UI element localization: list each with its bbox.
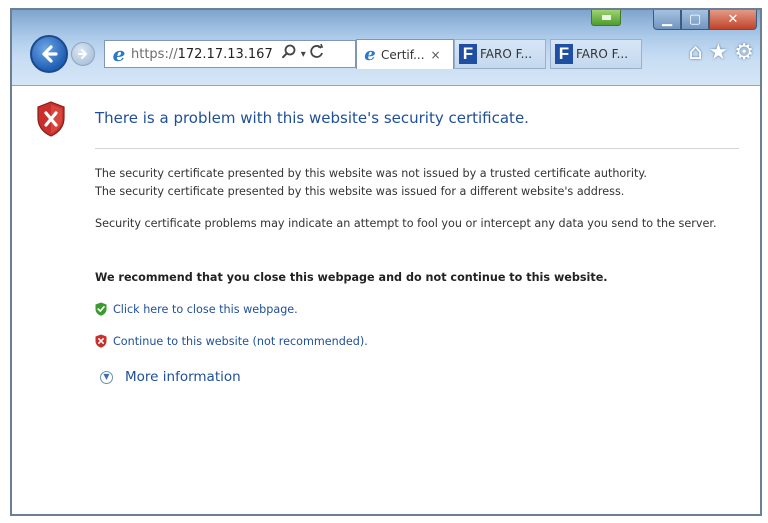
compatibility-view-icon[interactable] bbox=[591, 10, 621, 26]
address-url[interactable]: https://172.17.13.167 bbox=[131, 47, 273, 62]
faro-icon: F bbox=[459, 44, 477, 64]
divider bbox=[95, 148, 739, 149]
more-information-label: More information bbox=[125, 369, 241, 385]
window-controls: ▁ ▢ ✕ bbox=[653, 10, 757, 30]
gear-icon[interactable]: ⚙ bbox=[734, 40, 754, 65]
home-icon[interactable]: ⌂ bbox=[689, 40, 703, 65]
shield-error-icon bbox=[37, 101, 65, 137]
search-icon[interactable] bbox=[281, 44, 297, 64]
forward-arrow-icon bbox=[78, 49, 87, 59]
back-button[interactable] bbox=[30, 35, 68, 73]
tab-label: FARO F... bbox=[576, 47, 629, 61]
faro-icon: F bbox=[555, 44, 573, 64]
tab-label: Certif... bbox=[381, 47, 425, 62]
shield-ok-icon bbox=[95, 302, 107, 316]
maximize-icon: ▢ bbox=[688, 12, 702, 27]
page-content: There is a problem with this website's s… bbox=[12, 87, 760, 514]
close-webpage-link[interactable]: Click here to close this webpage. bbox=[95, 302, 298, 316]
minimize-button[interactable]: ▁ bbox=[653, 10, 681, 30]
ie-icon: e bbox=[364, 44, 376, 65]
certificate-details: The security certificate presented by th… bbox=[95, 165, 735, 201]
back-arrow-icon bbox=[42, 45, 58, 63]
shield-error-small-icon bbox=[95, 334, 107, 348]
browser-window: ▁ ▢ ✕ e https://172.17.13.167 ▾ e Certif… bbox=[10, 8, 762, 516]
browser-toolbar: ▁ ▢ ✕ e https://172.17.13.167 ▾ e Certif… bbox=[12, 10, 760, 86]
forward-button[interactable] bbox=[71, 42, 95, 66]
detail-line: The security certificate presented by th… bbox=[95, 167, 647, 180]
tab-close-icon[interactable]: × bbox=[431, 48, 441, 62]
ie-icon: e bbox=[112, 42, 126, 66]
recommendation-text: We recommend that you close this webpage… bbox=[95, 271, 608, 284]
page-title: There is a problem with this website's s… bbox=[95, 109, 529, 127]
close-button[interactable]: ✕ bbox=[709, 10, 757, 30]
close-icon: ✕ bbox=[727, 12, 739, 27]
address-tools: ▾ bbox=[277, 43, 324, 64]
close-webpage-link-label: Click here to close this webpage. bbox=[113, 302, 298, 316]
warning-text: Security certificate problems may indica… bbox=[95, 217, 717, 230]
continue-to-website-link[interactable]: Continue to this website (not recommende… bbox=[95, 334, 368, 348]
minimize-icon: ▁ bbox=[662, 12, 672, 27]
toolbar-right-icons: ⌂ ★ ⚙ bbox=[689, 40, 754, 65]
tab-faro-1[interactable]: F FARO F... bbox=[454, 39, 546, 69]
tab-faro-2[interactable]: F FARO F... bbox=[550, 39, 642, 69]
detail-line: The security certificate presented by th… bbox=[95, 185, 625, 198]
refresh-icon[interactable] bbox=[310, 43, 324, 64]
tab-certificate-error[interactable]: e Certif... × bbox=[356, 39, 454, 69]
address-bar[interactable]: e https://172.17.13.167 ▾ bbox=[104, 40, 356, 68]
maximize-button[interactable]: ▢ bbox=[681, 10, 709, 30]
continue-link-label: Continue to this website (not recommende… bbox=[113, 334, 368, 348]
star-icon[interactable]: ★ bbox=[709, 40, 729, 65]
chevron-down-icon[interactable]: ▾ bbox=[301, 49, 306, 60]
chevron-down-circle-icon: ▼ bbox=[100, 370, 113, 384]
tab-label: FARO F... bbox=[480, 47, 533, 61]
more-information-toggle[interactable]: ▼ More information bbox=[100, 369, 241, 385]
